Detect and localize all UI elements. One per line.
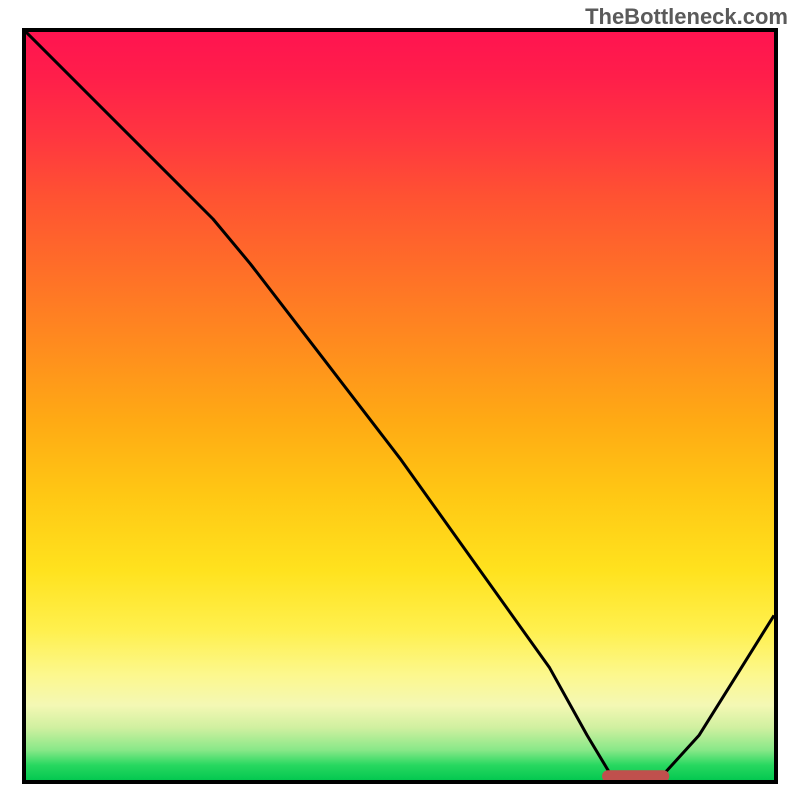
watermark-text: TheBottleneck.com	[585, 4, 788, 30]
gradient-background	[26, 32, 774, 780]
chart-container: TheBottleneck.com	[0, 0, 800, 800]
plot-frame	[22, 28, 778, 784]
